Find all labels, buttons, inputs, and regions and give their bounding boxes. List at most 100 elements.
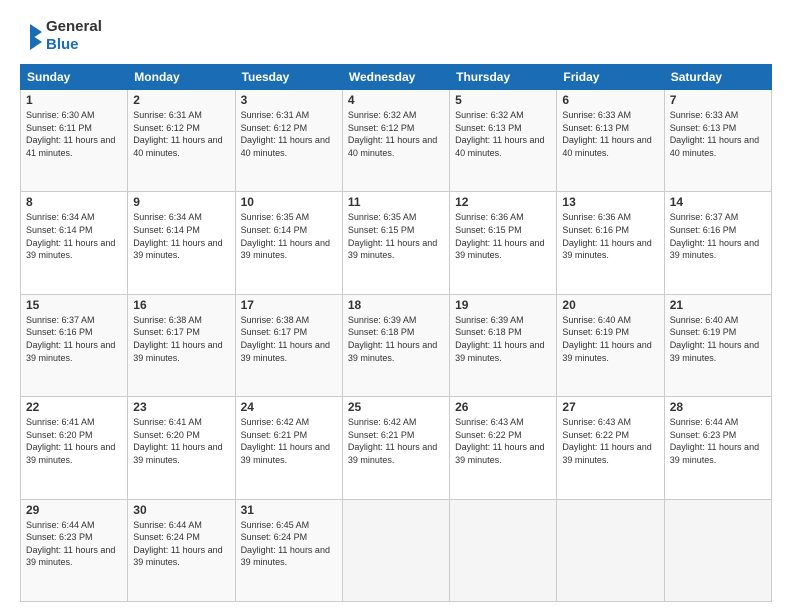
day-info: Sunrise: 6:31 AMSunset: 6:12 PMDaylight:… bbox=[133, 109, 229, 159]
day-info: Sunrise: 6:38 AMSunset: 6:17 PMDaylight:… bbox=[133, 314, 229, 364]
calendar-cell: 30Sunrise: 6:44 AMSunset: 6:24 PMDayligh… bbox=[128, 499, 235, 601]
day-info: Sunrise: 6:41 AMSunset: 6:20 PMDaylight:… bbox=[133, 416, 229, 466]
day-info: Sunrise: 6:44 AMSunset: 6:23 PMDaylight:… bbox=[670, 416, 766, 466]
calendar-cell: 1 Sunrise: 6:30 AMSunset: 6:11 PMDaylight… bbox=[21, 90, 128, 192]
day-info: Sunrise: 6:45 AMSunset: 6:24 PMDaylight:… bbox=[241, 519, 337, 569]
day-number: 11 bbox=[348, 195, 444, 209]
day-info: Sunrise: 6:37 AMSunset: 6:16 PMDaylight:… bbox=[26, 314, 122, 364]
calendar-cell: 5Sunrise: 6:32 AMSunset: 6:13 PMDaylight… bbox=[450, 90, 557, 192]
calendar-header-row: SundayMondayTuesdayWednesdayThursdayFrid… bbox=[21, 65, 772, 90]
header: General Blue bbox=[20, 18, 772, 54]
calendar-week-5: 29 Sunrise: 6:44 AMSunset: 6:23 PMDayligh… bbox=[21, 499, 772, 601]
calendar-header-friday: Friday bbox=[557, 65, 664, 90]
calendar-cell bbox=[342, 499, 449, 601]
calendar-week-2: 8 Sunrise: 6:34 AMSunset: 6:14 PMDaylight… bbox=[21, 192, 772, 294]
day-info: Sunrise: 6:43 AMSunset: 6:22 PMDaylight:… bbox=[455, 416, 551, 466]
day-number: 3 bbox=[241, 93, 337, 107]
calendar-cell: 11 Sunrise: 6:35 AMSunset: 6:15 PMDayligh… bbox=[342, 192, 449, 294]
calendar-cell: 8 Sunrise: 6:34 AMSunset: 6:14 PMDaylight… bbox=[21, 192, 128, 294]
logo-blue: Blue bbox=[46, 36, 102, 54]
calendar-cell: 14 Sunrise: 6:37 AMSunset: 6:16 PMDayligh… bbox=[664, 192, 771, 294]
day-info: Sunrise: 6:37 AMSunset: 6:16 PMDaylight:… bbox=[670, 211, 766, 261]
day-number: 2 bbox=[133, 93, 229, 107]
calendar-cell: 19 Sunrise: 6:39 AMSunset: 6:18 PMDayligh… bbox=[450, 294, 557, 396]
logo-container: General Blue bbox=[20, 18, 102, 54]
calendar-cell: 23 Sunrise: 6:41 AMSunset: 6:20 PMDayligh… bbox=[128, 397, 235, 499]
day-number: 20 bbox=[562, 298, 658, 312]
day-info: Sunrise: 6:32 AMSunset: 6:12 PMDaylight:… bbox=[348, 109, 444, 159]
logo-general: General bbox=[46, 18, 102, 36]
calendar-cell: 7 Sunrise: 6:33 AMSunset: 6:13 PMDaylight… bbox=[664, 90, 771, 192]
day-number: 4 bbox=[348, 93, 444, 107]
day-info: Sunrise: 6:36 AMSunset: 6:15 PMDaylight:… bbox=[455, 211, 551, 261]
calendar-cell bbox=[557, 499, 664, 601]
day-info: Sunrise: 6:42 AMSunset: 6:21 PMDaylight:… bbox=[241, 416, 337, 466]
day-number: 13 bbox=[562, 195, 658, 209]
day-info: Sunrise: 6:34 AMSunset: 6:14 PMDaylight:… bbox=[26, 211, 122, 261]
calendar-cell: 15 Sunrise: 6:37 AMSunset: 6:16 PMDayligh… bbox=[21, 294, 128, 396]
calendar-header-sunday: Sunday bbox=[21, 65, 128, 90]
calendar-cell: 24 Sunrise: 6:42 AMSunset: 6:21 PMDayligh… bbox=[235, 397, 342, 499]
day-number: 15 bbox=[26, 298, 122, 312]
day-info: Sunrise: 6:40 AMSunset: 6:19 PMDaylight:… bbox=[670, 314, 766, 364]
calendar-cell: 2 Sunrise: 6:31 AMSunset: 6:12 PMDaylight… bbox=[128, 90, 235, 192]
calendar-cell: 27 Sunrise: 6:43 AMSunset: 6:22 PMDayligh… bbox=[557, 397, 664, 499]
calendar-cell: 6Sunrise: 6:33 AMSunset: 6:13 PMDaylight… bbox=[557, 90, 664, 192]
day-number: 17 bbox=[241, 298, 337, 312]
logo: General Blue bbox=[20, 18, 102, 54]
calendar-cell: 20 Sunrise: 6:40 AMSunset: 6:19 PMDayligh… bbox=[557, 294, 664, 396]
day-info: Sunrise: 6:41 AMSunset: 6:20 PMDaylight:… bbox=[26, 416, 122, 466]
day-number: 27 bbox=[562, 400, 658, 414]
day-number: 19 bbox=[455, 298, 551, 312]
calendar-header-monday: Monday bbox=[128, 65, 235, 90]
calendar-cell: 3 Sunrise: 6:31 AMSunset: 6:12 PMDaylight… bbox=[235, 90, 342, 192]
day-number: 29 bbox=[26, 503, 122, 517]
calendar-cell: 25 Sunrise: 6:42 AMSunset: 6:21 PMDayligh… bbox=[342, 397, 449, 499]
day-number: 8 bbox=[26, 195, 122, 209]
calendar-cell: 16Sunrise: 6:38 AMSunset: 6:17 PMDayligh… bbox=[128, 294, 235, 396]
calendar-header-saturday: Saturday bbox=[664, 65, 771, 90]
day-number: 26 bbox=[455, 400, 551, 414]
day-info: Sunrise: 6:33 AMSunset: 6:13 PMDaylight:… bbox=[670, 109, 766, 159]
day-number: 23 bbox=[133, 400, 229, 414]
day-info: Sunrise: 6:35 AMSunset: 6:15 PMDaylight:… bbox=[348, 211, 444, 261]
day-info: Sunrise: 6:36 AMSunset: 6:16 PMDaylight:… bbox=[562, 211, 658, 261]
day-number: 7 bbox=[670, 93, 766, 107]
calendar-week-4: 22Sunrise: 6:41 AMSunset: 6:20 PMDayligh… bbox=[21, 397, 772, 499]
day-info: Sunrise: 6:42 AMSunset: 6:21 PMDaylight:… bbox=[348, 416, 444, 466]
calendar-cell: 13 Sunrise: 6:36 AMSunset: 6:16 PMDayligh… bbox=[557, 192, 664, 294]
day-info: Sunrise: 6:39 AMSunset: 6:18 PMDaylight:… bbox=[348, 314, 444, 364]
day-number: 31 bbox=[241, 503, 337, 517]
day-number: 6 bbox=[562, 93, 658, 107]
calendar-cell: 17 Sunrise: 6:38 AMSunset: 6:17 PMDayligh… bbox=[235, 294, 342, 396]
day-number: 25 bbox=[348, 400, 444, 414]
calendar-header-thursday: Thursday bbox=[450, 65, 557, 90]
day-number: 12 bbox=[455, 195, 551, 209]
day-number: 28 bbox=[670, 400, 766, 414]
day-number: 14 bbox=[670, 195, 766, 209]
calendar-cell: 29 Sunrise: 6:44 AMSunset: 6:23 PMDayligh… bbox=[21, 499, 128, 601]
day-info: Sunrise: 6:30 AMSunset: 6:11 PMDaylight:… bbox=[26, 109, 122, 159]
calendar-cell: 4 Sunrise: 6:32 AMSunset: 6:12 PMDaylight… bbox=[342, 90, 449, 192]
calendar-week-3: 15 Sunrise: 6:37 AMSunset: 6:16 PMDayligh… bbox=[21, 294, 772, 396]
day-info: Sunrise: 6:31 AMSunset: 6:12 PMDaylight:… bbox=[241, 109, 337, 159]
calendar-cell: 28 Sunrise: 6:44 AMSunset: 6:23 PMDayligh… bbox=[664, 397, 771, 499]
day-number: 24 bbox=[241, 400, 337, 414]
calendar-cell: 26 Sunrise: 6:43 AMSunset: 6:22 PMDayligh… bbox=[450, 397, 557, 499]
day-info: Sunrise: 6:40 AMSunset: 6:19 PMDaylight:… bbox=[562, 314, 658, 364]
day-info: Sunrise: 6:39 AMSunset: 6:18 PMDaylight:… bbox=[455, 314, 551, 364]
day-number: 30 bbox=[133, 503, 229, 517]
day-info: Sunrise: 6:35 AMSunset: 6:14 PMDaylight:… bbox=[241, 211, 337, 261]
day-info: Sunrise: 6:38 AMSunset: 6:17 PMDaylight:… bbox=[241, 314, 337, 364]
day-number: 1 bbox=[26, 93, 122, 107]
day-info: Sunrise: 6:43 AMSunset: 6:22 PMDaylight:… bbox=[562, 416, 658, 466]
day-info: Sunrise: 6:44 AMSunset: 6:23 PMDaylight:… bbox=[26, 519, 122, 569]
day-number: 21 bbox=[670, 298, 766, 312]
calendar-cell: 18 Sunrise: 6:39 AMSunset: 6:18 PMDayligh… bbox=[342, 294, 449, 396]
calendar-cell: 21 Sunrise: 6:40 AMSunset: 6:19 PMDayligh… bbox=[664, 294, 771, 396]
calendar-cell: 10Sunrise: 6:35 AMSunset: 6:14 PMDayligh… bbox=[235, 192, 342, 294]
calendar-cell: 9Sunrise: 6:34 AMSunset: 6:14 PMDaylight… bbox=[128, 192, 235, 294]
calendar-week-1: 1 Sunrise: 6:30 AMSunset: 6:11 PMDaylight… bbox=[21, 90, 772, 192]
calendar-cell bbox=[450, 499, 557, 601]
day-number: 18 bbox=[348, 298, 444, 312]
